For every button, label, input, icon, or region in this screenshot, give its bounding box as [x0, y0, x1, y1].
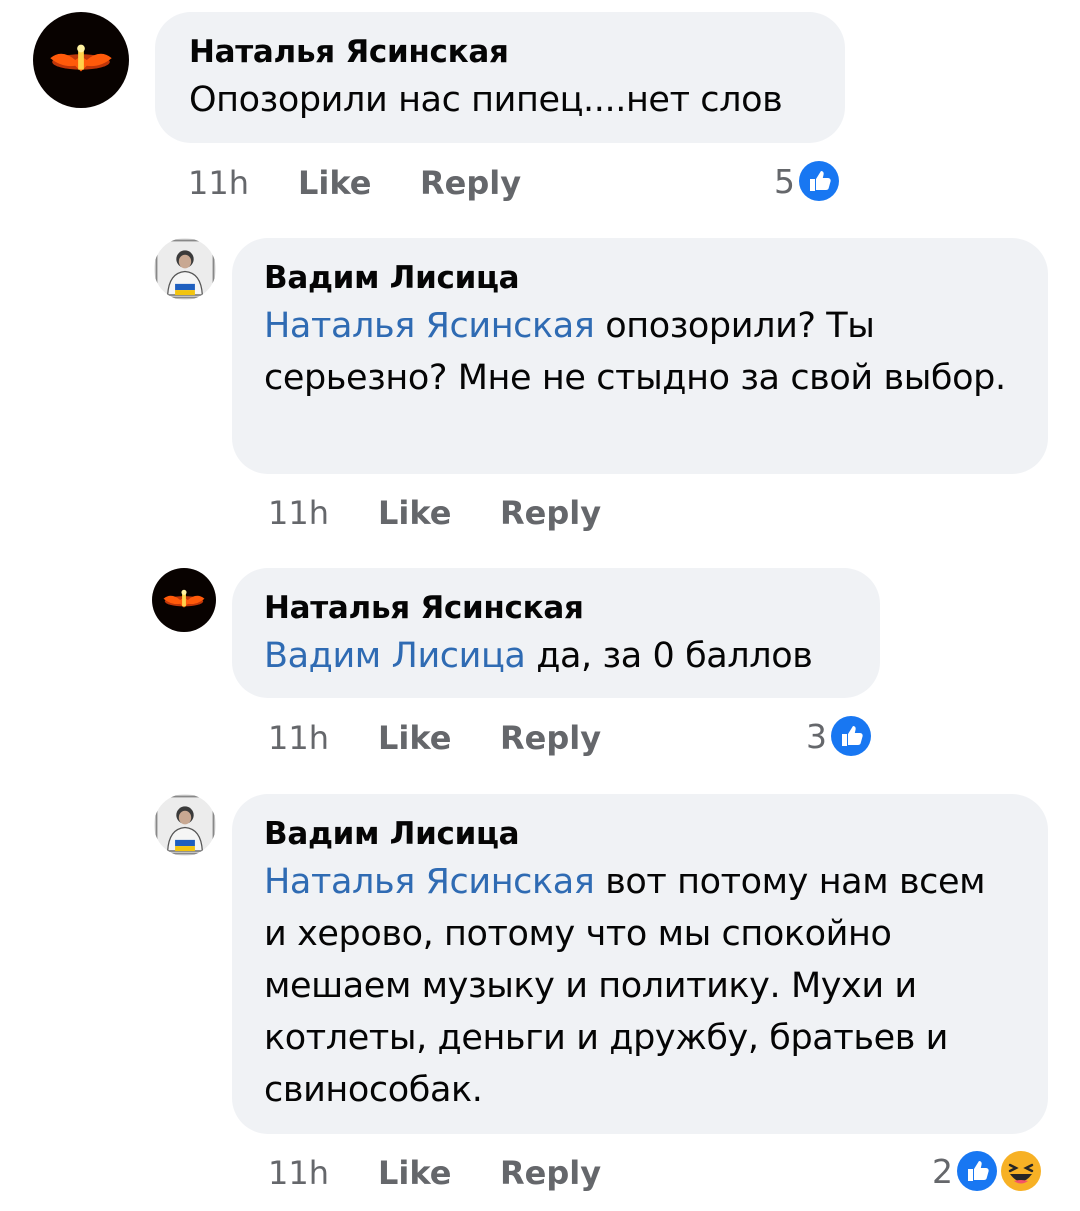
reaction-count: 3: [806, 716, 827, 756]
reaction-summary[interactable]: 3: [806, 712, 875, 760]
reply-button[interactable]: Reply: [500, 718, 601, 758]
like-button[interactable]: Like: [298, 163, 420, 203]
mention-link[interactable]: Вадим Лисица: [264, 636, 526, 676]
avatar-natalya[interactable]: [152, 568, 216, 632]
comment-body: Опозорили нас пипец....нет слов: [189, 80, 783, 120]
reply-button[interactable]: Reply: [500, 493, 601, 533]
reply-button[interactable]: Reply: [500, 1153, 601, 1193]
reaction-summary[interactable]: 2: [932, 1147, 1045, 1195]
comment-author[interactable]: Вадим Лисица: [264, 814, 1016, 854]
comment-time[interactable]: 11h: [188, 163, 298, 203]
mention-link[interactable]: Наталья Ясинская: [264, 306, 595, 346]
comment-author[interactable]: Наталья Ясинская: [264, 588, 848, 628]
reaction-summary[interactable]: 5: [774, 157, 843, 205]
comment-actions: 11h Like Reply: [268, 718, 601, 758]
avatar-vadim[interactable]: [154, 794, 216, 856]
comment-author[interactable]: Наталья Ясинская: [189, 32, 811, 72]
comment-actions: 11h Like Reply: [188, 163, 521, 203]
like-button[interactable]: Like: [378, 718, 500, 758]
comment-text: Вадим Лисица да, за 0 баллов: [264, 630, 848, 682]
like-button[interactable]: Like: [378, 493, 500, 533]
reply-button[interactable]: Reply: [420, 163, 521, 203]
comment-bubble: Наталья Ясинская Вадим Лисица да, за 0 б…: [232, 568, 880, 698]
comment-actions: 11h Like Reply: [268, 1153, 601, 1193]
like-icon: [795, 157, 843, 205]
comment-actions: 11h Like Reply: [268, 493, 601, 533]
avatar-natalya[interactable]: [33, 12, 129, 108]
comment-text: Наталья Ясинская опозорили? Ты серьезно?…: [264, 300, 1016, 404]
comment-text: Наталья Ясинская вот потому нам всем и х…: [264, 856, 1016, 1116]
reaction-count: 2: [932, 1151, 953, 1191]
comment-bubble: Вадим Лисица Наталья Ясинская вот потому…: [232, 794, 1048, 1134]
like-button[interactable]: Like: [378, 1153, 500, 1193]
like-icon: [827, 712, 875, 760]
reaction-count: 5: [774, 161, 795, 201]
comment-text: Опозорили нас пипец....нет слов: [189, 74, 811, 126]
comment-time[interactable]: 11h: [268, 1153, 378, 1193]
haha-icon: [997, 1147, 1045, 1195]
comment-time[interactable]: 11h: [268, 493, 378, 533]
mention-link[interactable]: Наталья Ясинская: [264, 862, 595, 902]
avatar-vadim[interactable]: [154, 238, 216, 300]
comment-author[interactable]: Вадим Лисица: [264, 258, 1016, 298]
comment-bubble: Наталья Ясинская Опозорили нас пипец....…: [155, 12, 845, 143]
comment-time[interactable]: 11h: [268, 718, 378, 758]
comment-bubble: Вадим Лисица Наталья Ясинская опозорили?…: [232, 238, 1048, 474]
like-icon: [953, 1147, 1001, 1195]
comment-body: да, за 0 баллов: [525, 636, 813, 676]
